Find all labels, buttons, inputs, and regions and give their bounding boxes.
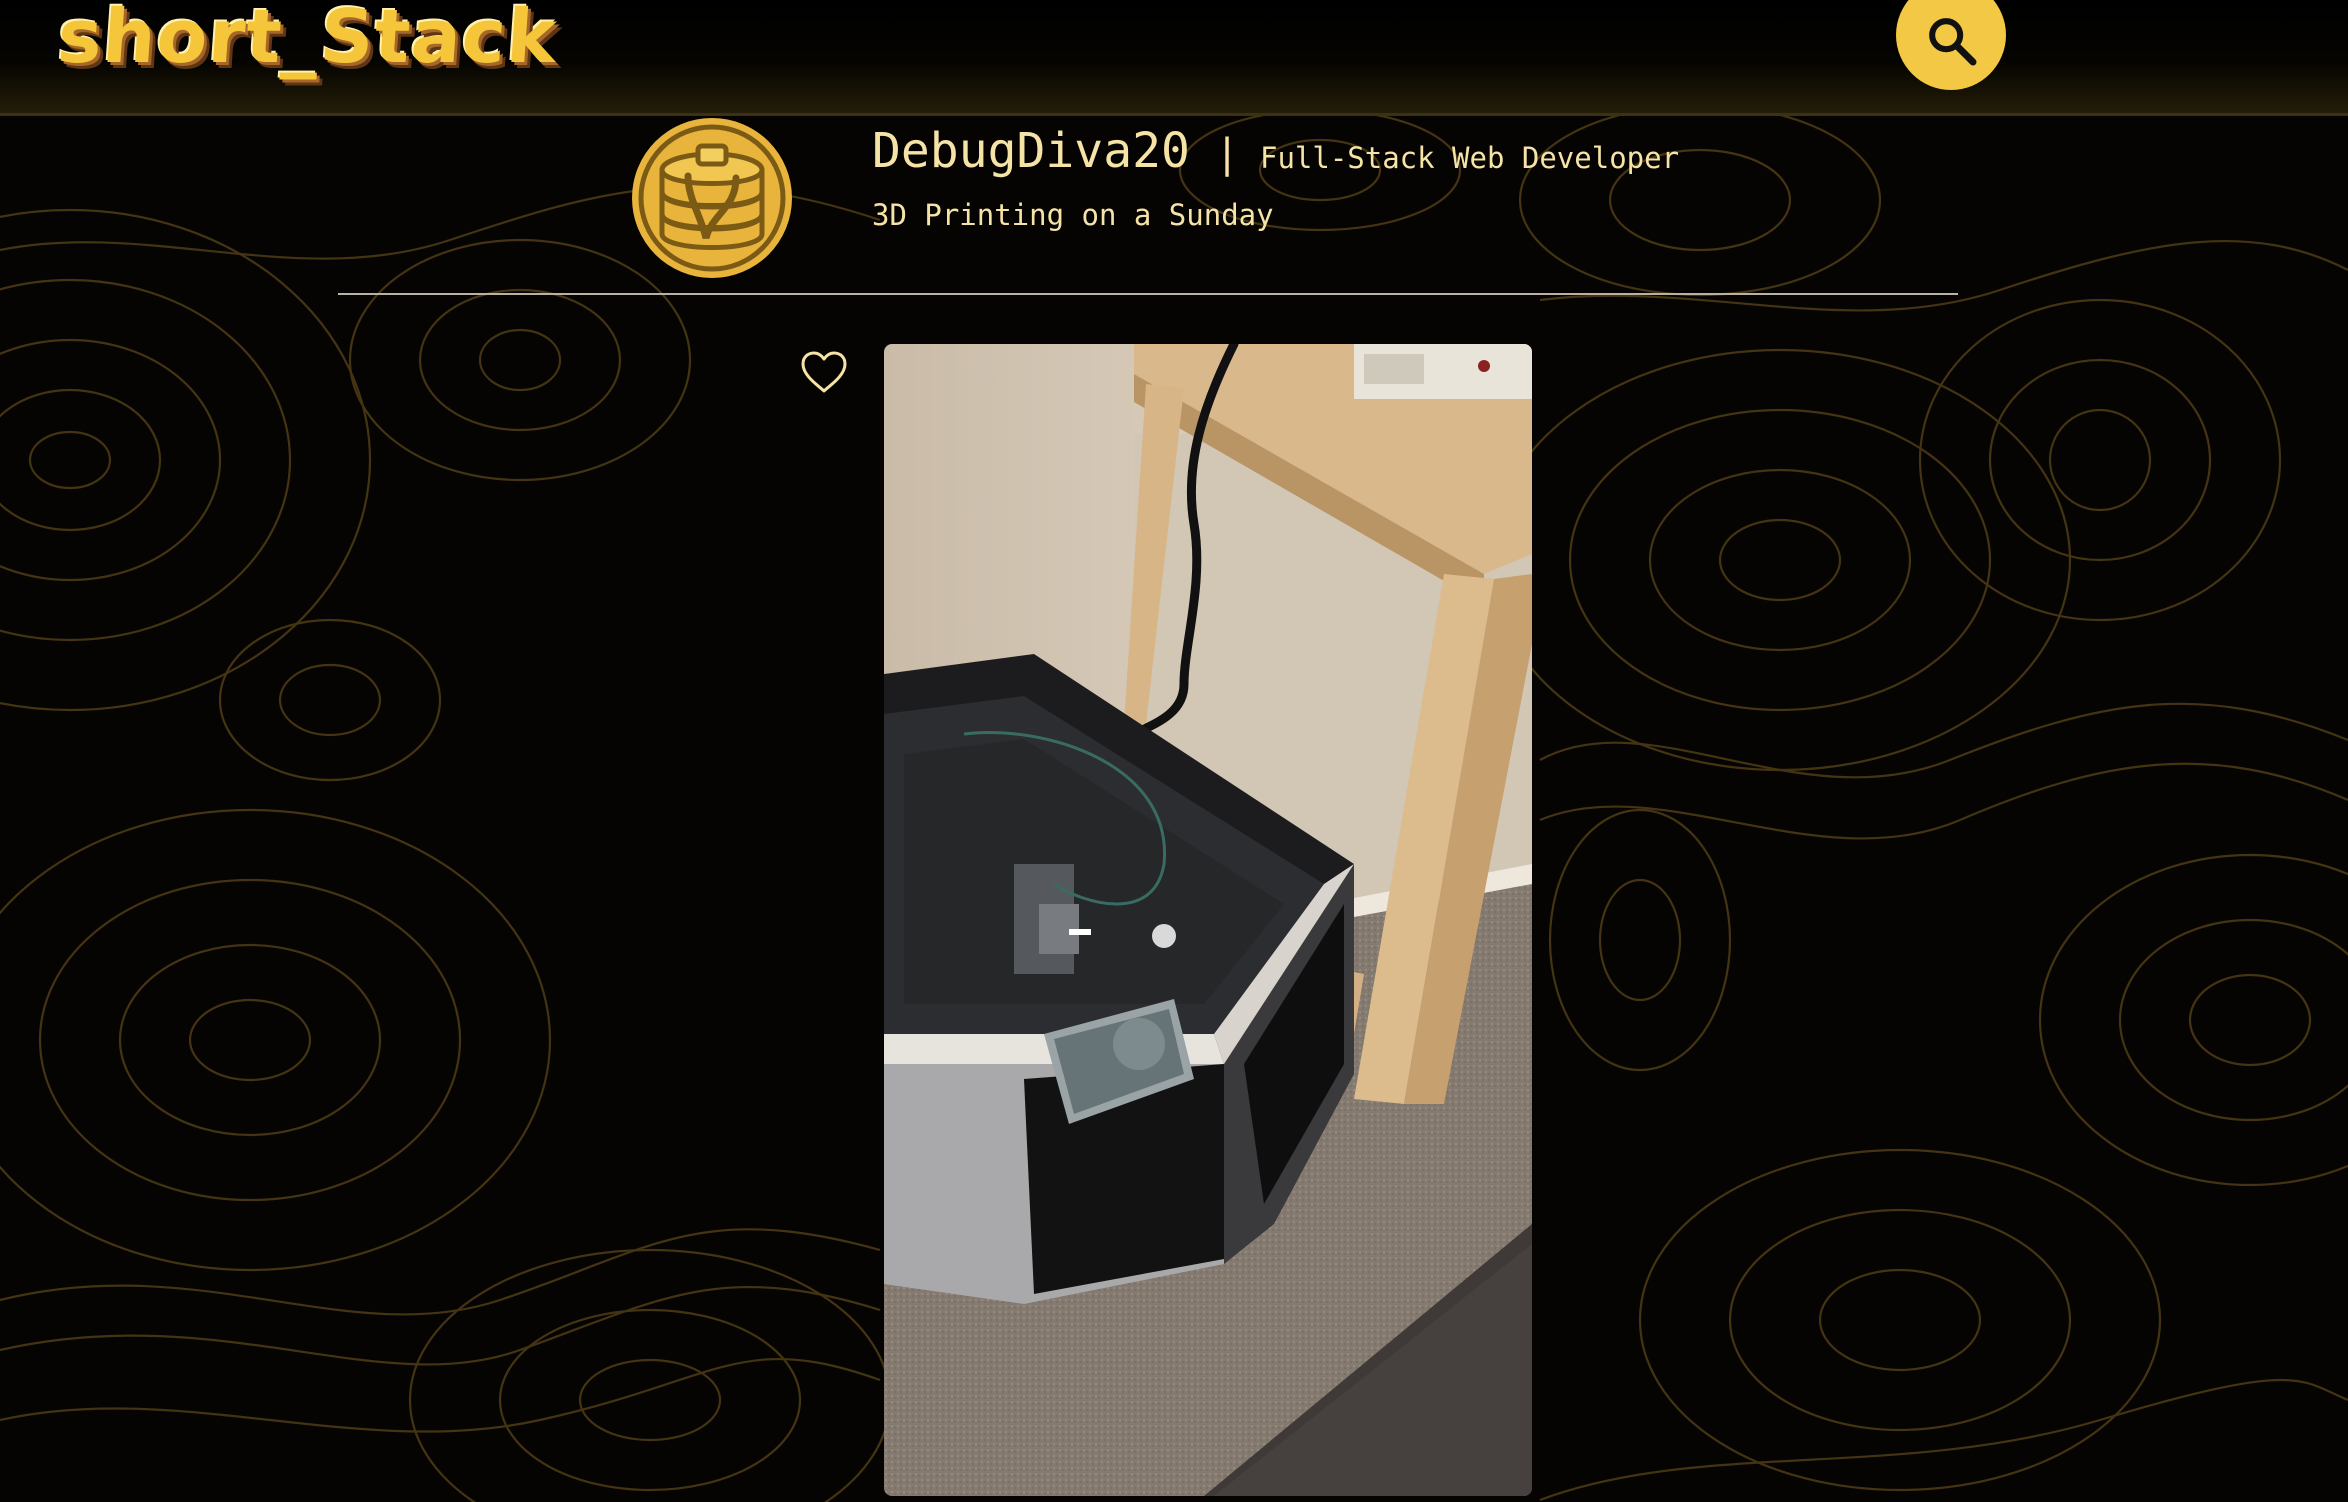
like-button[interactable] (799, 349, 849, 395)
3d-printer-photo (884, 344, 1532, 1496)
header-divider (338, 293, 1958, 295)
user-role: Full-Stack Web Developer (1260, 141, 1680, 175)
search-button[interactable] (1896, 0, 2006, 90)
avatar[interactable] (632, 118, 792, 278)
pancake-stack-icon (634, 120, 790, 276)
username[interactable]: DebugDiva20 (872, 123, 1190, 179)
app-logo[interactable]: short_Stack (55, 0, 560, 80)
search-icon (1929, 18, 1977, 66)
top-header: short_Stack (0, 0, 2348, 116)
post-title: 3D Printing on a Sunday (872, 198, 1274, 232)
title-separator: | (1215, 131, 1240, 177)
heart-outline-icon (801, 351, 847, 393)
post-photo[interactable] (884, 344, 1532, 1496)
